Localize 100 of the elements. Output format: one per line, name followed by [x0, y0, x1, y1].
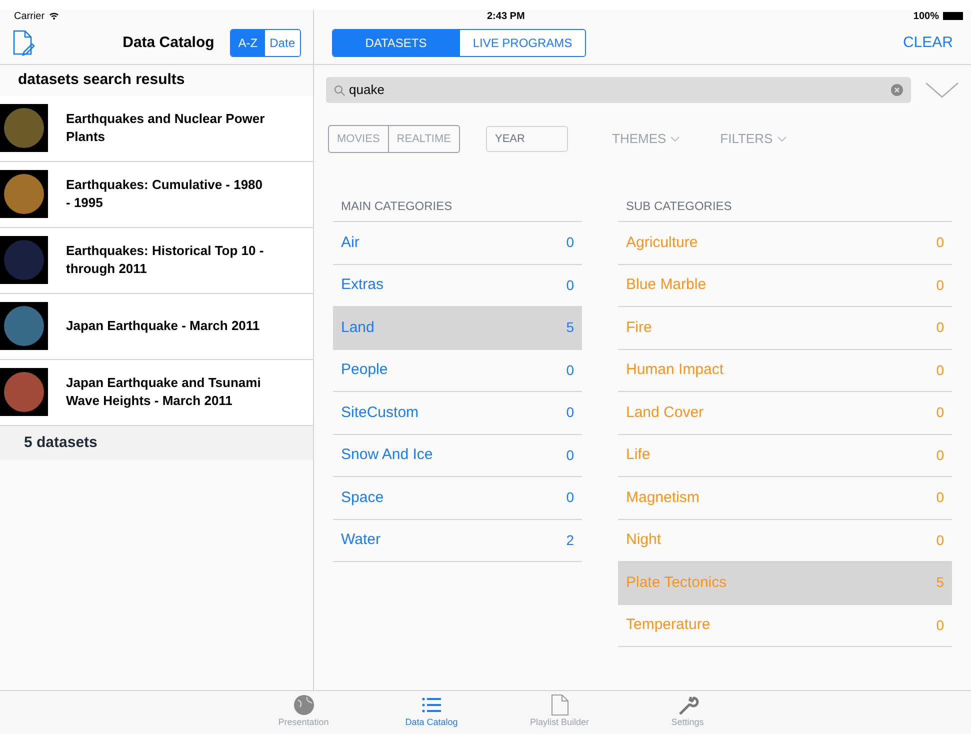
search-bar[interactable]: quake — [326, 77, 911, 103]
category-count: 2 — [566, 530, 574, 550]
category-label: People — [341, 360, 388, 380]
thumbnail-placeholder — [0, 104, 48, 152]
result-title: Earthquakes: Cumulative - 1980 - 1995 — [66, 176, 264, 212]
category-label: Human Impact — [626, 360, 724, 380]
category-label: Temperature — [626, 615, 710, 635]
results-heading: datasets search results — [17, 70, 186, 90]
search-field[interactable]: quake — [349, 80, 887, 100]
category-count: 0 — [936, 403, 944, 422]
category-label: Magnetism — [626, 488, 700, 508]
year-field[interactable]: YEAR — [486, 126, 568, 152]
category-label: Agriculture — [626, 232, 698, 252]
document-edit-icon[interactable] — [12, 30, 36, 56]
category-count: 0 — [936, 276, 944, 295]
category-row[interactable]: Agriculture 0 — [618, 222, 952, 264]
tab-bar-item[interactable]: Playlist Builder — [524, 691, 594, 734]
result-row[interactable]: Japan Earthquake and Tsunami Wave Heights - March 2011 — [0, 360, 313, 426]
category-count: 0 — [566, 276, 574, 295]
wifi-icon — [48, 12, 59, 20]
chevron-down-icon — [776, 136, 787, 142]
result-title: Earthquakes and Nuclear Power Plants — [66, 110, 266, 146]
category-row[interactable]: Air 0 — [333, 222, 582, 264]
category-label: Fire — [626, 318, 652, 338]
sort-option[interactable]: A-Z — [231, 30, 265, 56]
thumbnail-placeholder — [0, 236, 48, 284]
tab-bar-item[interactable]: Presentation — [268, 691, 338, 734]
category-count: 0 — [936, 446, 944, 465]
result-title: Japan Earthquake and Tsunami Wave Heights - March 2011 — [66, 374, 262, 410]
sort-option[interactable]: Date — [264, 30, 300, 56]
filter-button[interactable]: MOVIES — [329, 126, 388, 152]
category-count: 0 — [566, 488, 574, 508]
globe-icon — [292, 694, 314, 716]
document-icon — [548, 694, 570, 716]
category-heading: SUB CATEGORIES — [618, 197, 952, 222]
clear-search-icon[interactable] — [891, 84, 903, 96]
chevron-down-icon[interactable] — [925, 82, 959, 98]
category-count: 0 — [566, 403, 574, 422]
category-label: Space — [341, 488, 384, 508]
category-row[interactable]: Snow And Ice 0 — [333, 434, 582, 477]
tab-bar-item[interactable]: Settings — [652, 691, 722, 734]
category-label: Air — [341, 232, 360, 252]
category-count: 0 — [936, 616, 944, 635]
wrench-icon — [676, 694, 698, 716]
category-count: 5 — [566, 318, 574, 338]
category-label: Night — [626, 530, 662, 550]
category-label: Extras — [341, 275, 384, 295]
dropdown-button[interactable]: FILTERS — [720, 129, 787, 149]
chevron-down-icon — [670, 136, 680, 142]
result-title: Earthquakes: Historical Top 10 - through 2011 — [66, 242, 265, 278]
category-row[interactable]: People 0 — [333, 350, 582, 392]
battery-icon — [943, 12, 963, 20]
category-label: SiteCustom — [341, 402, 419, 422]
category-count: 0 — [566, 360, 574, 380]
category-count: 0 — [936, 360, 944, 380]
category-label: Snow And Ice — [341, 445, 433, 465]
category-heading: MAIN CATEGORIES — [333, 197, 582, 222]
result-row[interactable]: Earthquakes: Historical Top 10 - through 2011 — [0, 228, 313, 294]
search-icon — [334, 84, 345, 96]
thumbnail-placeholder — [0, 368, 48, 416]
battery-label: 100% — [913, 10, 939, 24]
sidebar-title: Data Catalog — [122, 32, 214, 53]
category-count: 0 — [566, 446, 574, 465]
category-label: Water — [341, 530, 380, 550]
result-row[interactable]: Japan Earthquake - March 2011 — [0, 294, 313, 360]
category-label: Life — [626, 445, 650, 465]
category-row[interactable]: Life 0 — [618, 434, 952, 477]
category-count: 0 — [936, 233, 944, 252]
category-count: 0 — [936, 318, 944, 338]
category-row[interactable]: Magnetism 0 — [618, 477, 952, 520]
dropdown-button[interactable]: THEMES — [612, 129, 680, 149]
result-row[interactable]: Earthquakes: Cumulative - 1980 - 1995 — [0, 162, 313, 228]
category-row[interactable]: Human Impact 0 — [618, 350, 952, 392]
carrier-label: Carrier — [14, 10, 45, 24]
results-count: 5 datasets — [0, 426, 313, 460]
category-count: 0 — [566, 233, 574, 252]
category-count: 5 — [936, 573, 944, 592]
category-label: Plate Tectonics — [626, 572, 727, 592]
thumbnail-placeholder — [0, 170, 48, 218]
category-count: 0 — [936, 488, 944, 508]
category-row[interactable]: Fire 0 — [618, 307, 952, 350]
category-row[interactable]: Space 0 — [333, 477, 582, 520]
clear-button[interactable]: CLEAR — [902, 32, 953, 54]
category-row[interactable]: Land 5 — [333, 307, 582, 350]
segment-tab[interactable]: DATASETS — [333, 30, 459, 56]
category-count: 0 — [936, 530, 944, 550]
category-row[interactable]: Land Cover 0 — [618, 392, 952, 434]
category-row[interactable]: Blue Marble 0 — [618, 264, 952, 307]
category-label: Land — [341, 318, 374, 338]
category-label: Blue Marble — [626, 275, 706, 295]
filter-button[interactable]: REALTIME — [388, 126, 459, 152]
result-title: Japan Earthquake - March 2011 — [66, 317, 261, 335]
category-row[interactable]: SiteCustom 0 — [333, 392, 582, 434]
category-row[interactable]: Temperature 0 — [618, 604, 952, 647]
thumbnail-placeholder — [0, 302, 48, 350]
category-label: Land Cover — [626, 402, 704, 422]
category-row[interactable]: Water 2 — [333, 520, 582, 562]
segment-tab[interactable]: LIVE PROGRAMS — [459, 30, 585, 56]
tab-bar-item[interactable]: Data Catalog — [396, 691, 466, 734]
result-row[interactable]: Earthquakes and Nuclear Power Plants — [0, 96, 313, 162]
